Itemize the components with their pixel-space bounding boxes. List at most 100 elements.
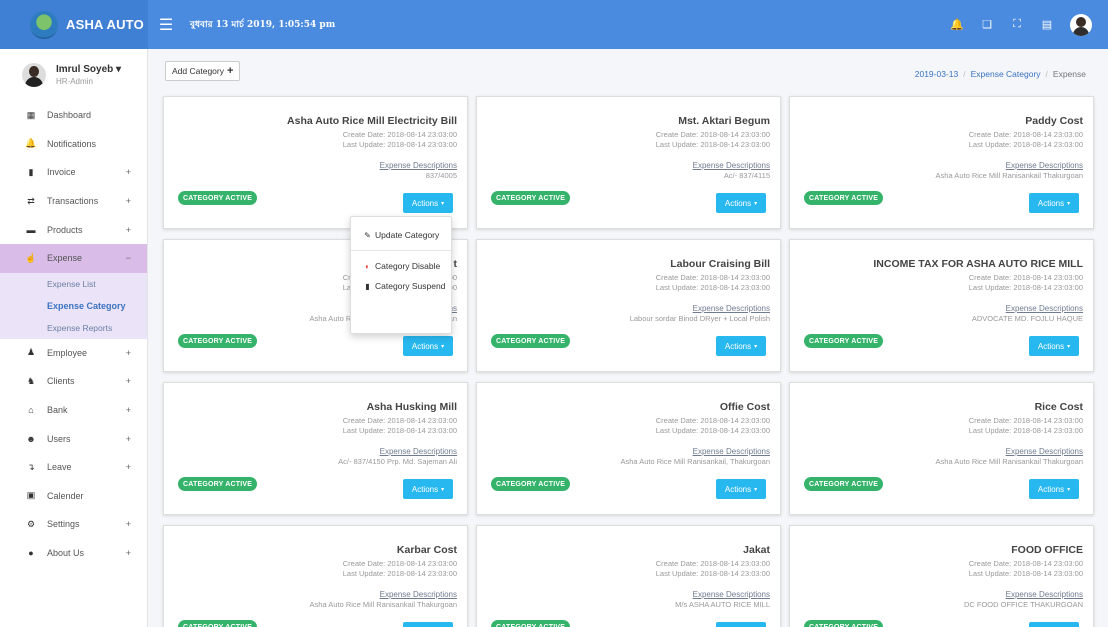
actions-button[interactable]: Actions▾ xyxy=(1029,479,1079,499)
sidebar-item-transactions[interactable]: ⇄ Transactions + xyxy=(0,187,147,216)
category-title: Mst. Aktari Begum xyxy=(678,115,770,127)
expense-descriptions-link[interactable]: Expense Descriptions xyxy=(1006,161,1083,170)
gears-icon: ⚙ xyxy=(26,518,36,529)
actions-button[interactable]: Actions▾ xyxy=(403,479,453,499)
submenu-expense-list[interactable]: Expense List xyxy=(0,273,147,295)
category-description: Ac/- 837/4150 Prp. Md. Sajeman Ali xyxy=(338,457,457,466)
status-badge: CATEGORY ACTIVE xyxy=(804,620,884,627)
actions-label: Actions xyxy=(1037,484,1065,494)
bell-icon[interactable]: 🔔 xyxy=(942,18,972,31)
actions-button[interactable]: Actions▾ xyxy=(1029,336,1079,356)
box-icon: ▬ xyxy=(26,224,36,235)
category-card: Jakat Create Date: 2018-08-14 23:03:00 Las… xyxy=(476,525,781,627)
add-category-button[interactable]: Add Category + xyxy=(165,61,241,81)
expense-descriptions-link[interactable]: Expense Descriptions xyxy=(1006,590,1083,599)
sidebar-item-leave[interactable]: ↴ Leave + xyxy=(0,453,147,482)
caret-down-icon: ▾ xyxy=(441,343,445,350)
actions-label: Actions xyxy=(724,484,752,494)
expense-descriptions-link[interactable]: Expense Descriptions xyxy=(693,447,770,456)
breadcrumb-separator: / xyxy=(963,69,966,79)
sidebar-item-invoice[interactable]: ▮ Invoice + xyxy=(0,158,147,187)
actions-button[interactable]: Actions▾ xyxy=(716,479,766,499)
sidebar: Imrul Soyeb ▾ HR-Admin ▦ Dashboard 🔔 Not… xyxy=(0,49,148,627)
exchange-icon: ⇄ xyxy=(27,195,35,206)
category-title: t xyxy=(453,258,458,270)
sidebar-item-settings[interactable]: ⚙ Settings + xyxy=(0,510,147,539)
update-category-menu-item[interactable]: ✎ Update Category xyxy=(351,225,451,245)
expand-icon: + xyxy=(125,433,131,444)
expense-descriptions-link[interactable]: Expense Descriptions xyxy=(693,304,770,313)
category-title: Karbar Cost xyxy=(396,544,457,556)
create-date: Create Date: 2018-08-14 23:03:00 xyxy=(342,130,457,139)
status-badge: CATEGORY ACTIVE xyxy=(804,334,884,348)
expense-descriptions-link[interactable]: Expense Descriptions xyxy=(693,161,770,170)
sidebar-item-notifications[interactable]: 🔔 Notifications xyxy=(0,130,147,159)
submenu-expense-category[interactable]: Expense Category xyxy=(0,295,147,317)
category-description: Labour sordar Binod DRyer + Local Polish xyxy=(629,314,770,323)
status-badge: CATEGORY ACTIVE xyxy=(491,477,571,491)
menu-toggle-icon[interactable]: ☰ xyxy=(156,15,176,35)
sidebar-item-label: Invoice xyxy=(47,167,76,178)
breadcrumb-date[interactable]: 2019-03-13 xyxy=(915,69,958,79)
expense-descriptions-link[interactable]: Expense Descriptions xyxy=(1006,447,1083,456)
expense-descriptions-link[interactable]: Expense Descriptions xyxy=(380,590,457,599)
actions-label: Actions xyxy=(1037,341,1065,351)
brand-logo xyxy=(30,10,58,39)
actions-button[interactable]: Actions▾ xyxy=(716,193,766,213)
top-icons: 🔔 ❏ ⛶ ▤ xyxy=(942,0,1092,49)
user-role: HR-Admin xyxy=(56,77,93,86)
actions-button[interactable]: Actions▾ xyxy=(1029,622,1079,627)
category-title: INCOME TAX FOR ASHA AUTO RICE MILL xyxy=(873,258,1083,270)
sidebar-item-employee[interactable]: ♟ Employee + xyxy=(0,339,147,368)
actions-button[interactable]: Actions▾ xyxy=(403,193,453,213)
user-panel[interactable]: Imrul Soyeb ▾ HR-Admin xyxy=(0,49,147,101)
sidebar-item-label: Leave xyxy=(47,462,72,473)
sidebar-item-products[interactable]: ▬ Products + xyxy=(0,215,147,244)
breadcrumb-category[interactable]: Expense Category xyxy=(971,69,1041,79)
expand-icon: + xyxy=(125,167,131,178)
actions-button[interactable]: Actions▾ xyxy=(403,336,453,356)
expense-descriptions-link[interactable]: Expense Descriptions xyxy=(380,447,457,456)
message-icon[interactable]: ▤ xyxy=(1032,18,1062,31)
add-category-label: Add Category xyxy=(172,66,224,76)
create-date: Create Date: 2018-08-14 23:03:00 xyxy=(655,559,770,568)
fullscreen-icon[interactable]: ⛶ xyxy=(1002,18,1032,31)
actions-button[interactable]: Actions▾ xyxy=(403,622,453,627)
category-suspend-menu-item[interactable]: ▮ Category Suspend xyxy=(351,276,451,296)
sidebar-item-clients[interactable]: ♞ Clients + xyxy=(0,367,147,396)
expense-descriptions-link[interactable]: Expense Descriptions xyxy=(693,590,770,599)
avatar[interactable] xyxy=(1070,13,1092,36)
sidebar-item-bank[interactable]: ⌂ Bank + xyxy=(0,396,147,425)
users-icon: ♞ xyxy=(26,375,36,386)
expense-descriptions-link[interactable]: Expense Descriptions xyxy=(1006,304,1083,313)
submenu-expense-reports[interactable]: Expense Reports xyxy=(0,317,147,339)
expense-descriptions-link[interactable]: Expense Descriptions xyxy=(380,161,457,170)
create-date: Create Date: 2018-08-14 23:03:00 xyxy=(342,559,457,568)
sidebar-item-label: Settings xyxy=(47,519,80,530)
expense-submenu: Expense List Expense Category Expense Re… xyxy=(0,272,147,339)
actions-button[interactable]: Actions▾ xyxy=(1029,193,1079,213)
actions-button[interactable]: Actions▾ xyxy=(716,622,766,627)
status-badge: CATEGORY ACTIVE xyxy=(491,620,571,627)
category-title: Paddy Cost xyxy=(1025,115,1083,127)
sidebar-item-expense[interactable]: ☝ Expense − xyxy=(0,243,147,273)
category-disable-menu-item[interactable]: ◐ Category Disable xyxy=(351,256,451,276)
caret-down-icon: ▾ xyxy=(754,200,758,207)
last-update-date: Last Update: 2018-08-14 23:03:00 xyxy=(968,569,1083,578)
status-badge: CATEGORY ACTIVE xyxy=(178,334,258,348)
sidebar-item-label: About Us xyxy=(47,548,85,559)
book-icon[interactable]: ❏ xyxy=(972,18,1002,31)
user-icon: ♟ xyxy=(26,347,36,358)
sidebar-item-calender[interactable]: ▣ Calender xyxy=(0,482,147,511)
user-name[interactable]: Imrul Soyeb ▾ xyxy=(56,64,121,75)
actions-button[interactable]: Actions▾ xyxy=(716,336,766,356)
brand[interactable]: ASHA AUTO xyxy=(0,0,148,49)
sidebar-item-about-us[interactable]: ● About Us + xyxy=(0,539,147,568)
plus-icon: + xyxy=(226,65,234,77)
file-icon: ▮ xyxy=(28,166,34,177)
last-update-date: Last Update: 2018-08-14 23:03:00 xyxy=(968,283,1083,292)
sidebar-item-label: Dashboard xyxy=(47,110,92,121)
user-caret-icon: ▾ xyxy=(116,64,122,75)
sidebar-item-dashboard[interactable]: ▦ Dashboard xyxy=(0,101,147,130)
sidebar-item-users[interactable]: ☻ Users + xyxy=(0,424,147,453)
